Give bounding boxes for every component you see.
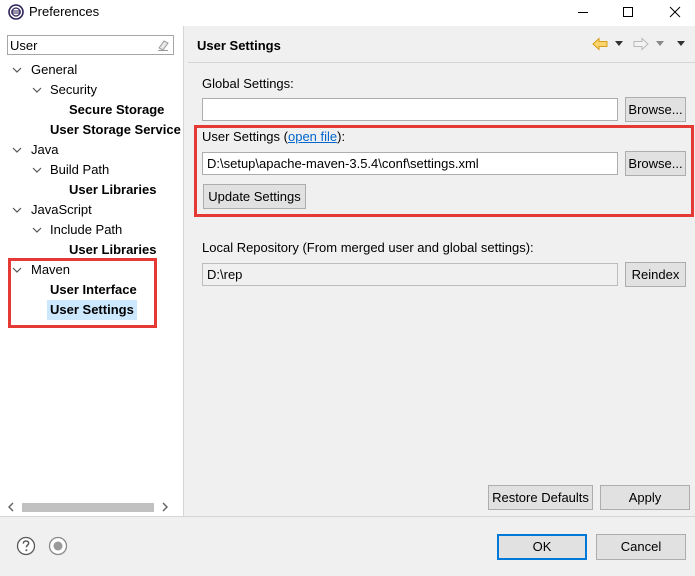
ok-button[interactable]: OK bbox=[497, 534, 587, 560]
record-icon[interactable] bbox=[48, 536, 68, 556]
reindex-button[interactable]: Reindex bbox=[625, 262, 686, 287]
chevron-down-icon[interactable] bbox=[32, 160, 42, 180]
tree-label: Include Path bbox=[50, 222, 123, 237]
close-icon bbox=[669, 6, 681, 18]
maven-highlight-box bbox=[8, 258, 157, 328]
tree-label: General bbox=[31, 62, 78, 77]
tree-label: User Libraries bbox=[69, 242, 157, 257]
back-menu-chevron-icon[interactable] bbox=[614, 40, 624, 48]
chevron-down-icon[interactable] bbox=[12, 140, 22, 160]
help-icon[interactable] bbox=[16, 536, 36, 556]
apply-button[interactable]: Apply bbox=[600, 485, 690, 510]
filter-box bbox=[7, 35, 174, 55]
chevron-down-icon[interactable] bbox=[12, 60, 22, 80]
scroll-right-icon[interactable] bbox=[160, 501, 170, 513]
back-arrow-icon[interactable] bbox=[592, 37, 608, 51]
global-settings-field[interactable] bbox=[202, 98, 618, 121]
horizontal-scrollbar-thumb[interactable] bbox=[22, 503, 154, 512]
tree-label: Build Path bbox=[50, 162, 110, 177]
header-separator bbox=[188, 62, 695, 63]
window-title: Preferences bbox=[29, 4, 100, 19]
scroll-left-icon[interactable] bbox=[6, 501, 16, 513]
maximize-button[interactable] bbox=[613, 0, 643, 24]
maximize-icon bbox=[623, 7, 633, 17]
restore-defaults-button[interactable]: Restore Defaults bbox=[488, 485, 593, 510]
global-browse-button[interactable]: Browse... bbox=[625, 97, 686, 122]
tree-item-java[interactable]: Java bbox=[12, 140, 172, 160]
global-settings-label: Global Settings: bbox=[202, 76, 294, 91]
tree-label: User Libraries bbox=[69, 182, 157, 197]
tree-label: Secure Storage bbox=[69, 102, 165, 117]
eclipse-app-icon bbox=[8, 4, 24, 20]
tree-item-user-storage-service[interactable]: User Storage Service bbox=[50, 120, 181, 140]
user-settings-highlight-box bbox=[194, 125, 694, 217]
local-repo-label: Local Repository (From merged user and g… bbox=[202, 240, 534, 255]
close-window-button[interactable] bbox=[660, 0, 690, 24]
view-menu-chevron-icon[interactable] bbox=[676, 40, 686, 48]
tree-label: Security bbox=[50, 82, 97, 97]
tree-item-java-user-libraries[interactable]: User Libraries bbox=[69, 180, 169, 200]
page-title: User Settings bbox=[197, 38, 281, 53]
tree-item-security[interactable]: Security bbox=[32, 80, 172, 100]
forward-menu-chevron-icon[interactable] bbox=[655, 40, 665, 48]
chevron-down-icon[interactable] bbox=[32, 220, 42, 240]
tree-item-secure-storage[interactable]: Secure Storage bbox=[69, 100, 179, 120]
tree-item-general[interactable]: General bbox=[12, 60, 172, 80]
dialog-footer bbox=[0, 517, 695, 576]
filter-input[interactable] bbox=[10, 37, 150, 53]
chevron-down-icon[interactable] bbox=[12, 200, 22, 220]
chevron-down-icon[interactable] bbox=[32, 80, 42, 100]
tree-label: Java bbox=[31, 142, 59, 157]
cancel-button[interactable]: Cancel bbox=[596, 534, 686, 560]
tree-item-js-user-libraries[interactable]: User Libraries bbox=[69, 240, 169, 260]
forward-arrow-icon[interactable] bbox=[633, 37, 649, 51]
tree-item-javascript[interactable]: JavaScript bbox=[12, 200, 172, 220]
tree-label: JavaScript bbox=[31, 202, 92, 217]
tree-label: User Storage Service bbox=[50, 122, 181, 137]
tree-item-include-path[interactable]: Include Path bbox=[32, 220, 172, 240]
local-repo-field: D:\rep bbox=[202, 263, 618, 286]
eraser-icon[interactable] bbox=[156, 38, 170, 52]
minimize-icon bbox=[578, 12, 588, 13]
tree-item-build-path[interactable]: Build Path bbox=[32, 160, 172, 180]
minimize-button[interactable] bbox=[568, 0, 598, 24]
